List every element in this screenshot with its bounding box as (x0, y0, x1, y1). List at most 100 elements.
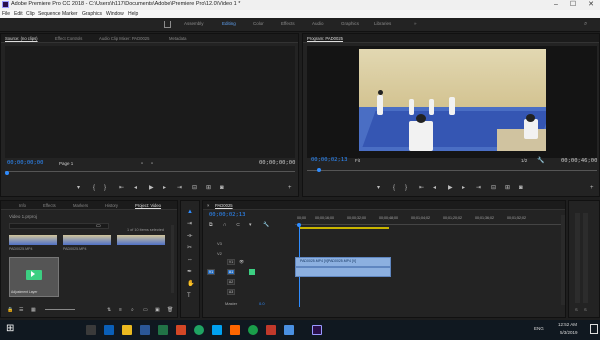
go-to-in-icon[interactable]: ⇤ (419, 185, 424, 191)
close-icon[interactable]: ✕ (583, 0, 599, 10)
menu-clip[interactable]: Clip (26, 10, 35, 18)
tab-source[interactable]: Source: (no clips) (5, 36, 38, 41)
hand-tool-icon[interactable]: ✋ (187, 281, 194, 287)
excel-icon[interactable] (158, 325, 168, 335)
menu-sequence[interactable]: Sequence (38, 10, 61, 18)
app-icon[interactable] (230, 325, 240, 335)
source-wrench-icon[interactable]: ▫ (151, 161, 153, 167)
tab-metadata[interactable]: Metadata (169, 36, 186, 41)
time-ruler[interactable]: 00;00 00;00;16;00 00;00;32;00 00;00;48;0… (295, 215, 561, 225)
source-viewer[interactable] (5, 46, 295, 158)
menu-marker[interactable]: Marker (62, 10, 78, 18)
tab-history[interactable]: History (105, 203, 118, 208)
step-back-icon[interactable]: ◂ (134, 185, 137, 191)
tab-audio-clip-mixer[interactable]: Audio Clip Mixer: PAD0025 (99, 36, 149, 41)
step-back-icon[interactable]: ◂ (433, 185, 436, 191)
timeline-timecode[interactable]: 00;00;02;13 (209, 212, 245, 218)
new-bin-icon[interactable]: ▭ (143, 307, 148, 313)
solo-left-button[interactable]: S (575, 307, 578, 312)
go-to-out-icon[interactable]: ⇥ (177, 185, 182, 191)
button-editor-icon[interactable]: + (288, 185, 292, 191)
source-page-select[interactable]: Page 1 (59, 161, 73, 166)
source-timecode-left[interactable]: 00;00;00;00 (7, 160, 43, 166)
workspace-effects[interactable]: Effects (281, 21, 295, 26)
home-icon[interactable] (164, 21, 171, 28)
work-area-bar[interactable] (299, 227, 389, 229)
audio-clip-a1[interactable] (295, 267, 391, 277)
close-sequence-icon[interactable]: × (207, 203, 209, 208)
overwrite-icon[interactable]: ⊞ (206, 185, 211, 191)
pen-tool-icon[interactable]: ✒ (187, 269, 192, 275)
mark-in-icon[interactable]: { (393, 185, 395, 191)
app-icon[interactable] (284, 325, 294, 335)
go-to-out-icon[interactable]: ⇥ (476, 185, 481, 191)
menu-file[interactable]: File (2, 10, 10, 18)
lock-icon[interactable]: 🔒 (7, 307, 13, 313)
zoom-level-select[interactable]: Fit (355, 158, 360, 163)
mute-track-button[interactable] (249, 269, 255, 275)
program-playhead[interactable] (317, 168, 321, 172)
new-item-icon[interactable]: ▣ (155, 307, 160, 313)
tab-sequence[interactable]: PAD0025 (215, 203, 233, 208)
button-editor-icon[interactable]: + (590, 185, 594, 191)
mark-in-icon[interactable]: { (93, 185, 95, 191)
linked-selection-icon[interactable]: ⊂ (236, 222, 240, 228)
slip-tool-icon[interactable]: ⇔ (187, 257, 193, 263)
selected-clip-thumbnail[interactable]: Adjustment Layer (9, 257, 59, 297)
nest-icon[interactable]: ⧉ (209, 222, 213, 228)
type-tool-icon[interactable]: T (187, 293, 191, 299)
more-workspaces-icon[interactable]: » (414, 21, 417, 26)
step-forward-icon[interactable]: ▸ (462, 185, 465, 191)
play-icon[interactable]: ▶ (149, 185, 154, 191)
icon-view-icon[interactable]: ▦ (31, 307, 36, 313)
premiere-taskbar-icon[interactable] (312, 325, 322, 335)
program-timecode-left[interactable]: 00;00;02;13 (311, 157, 347, 163)
step-forward-icon[interactable]: ▸ (163, 185, 166, 191)
sort-icon[interactable]: ⇅ (107, 307, 111, 313)
razor-tool-icon[interactable]: ✂ (187, 245, 192, 251)
workspace-editing[interactable]: Editing (222, 21, 236, 26)
source-settings-icon[interactable]: ▫ (141, 161, 143, 167)
master-volume[interactable]: 0.0 (259, 301, 265, 306)
track-a1-header[interactable]: A1 (227, 269, 235, 275)
workspace-graphics[interactable]: Graphics (341, 21, 359, 26)
selection-tool-icon[interactable]: ▲ (187, 209, 193, 215)
workspace-audio[interactable]: Audio (312, 21, 324, 26)
snap-icon[interactable]: ∩ (223, 222, 227, 228)
notifications-icon[interactable] (590, 324, 598, 334)
tab-program[interactable]: Program: PAD0025 (307, 36, 343, 41)
workspace-color[interactable]: Color (253, 21, 264, 26)
workspace-assembly[interactable]: Assembly (184, 21, 204, 26)
list-view-icon[interactable]: ☰ (19, 307, 23, 313)
program-time-ruler[interactable] (307, 170, 597, 171)
menu-help[interactable]: Help (128, 10, 138, 18)
powerpoint-icon[interactable] (176, 325, 186, 335)
track-select-tool-icon[interactable]: ⇥ (187, 221, 192, 227)
trash-icon[interactable]: 🗑 (167, 307, 173, 313)
add-marker-icon[interactable]: ▾ (77, 185, 80, 191)
zoom-slider[interactable] (45, 309, 75, 310)
timeline-scrollbar[interactable] (561, 215, 565, 305)
export-frame-icon[interactable]: ◙ (519, 185, 523, 191)
extract-icon[interactable]: ⊞ (505, 185, 510, 191)
automate-icon[interactable]: ≡ (119, 307, 122, 313)
video-clip-v1[interactable]: PAD0025.MP4 [V] PAD0025.MP4 [V] (295, 257, 391, 267)
lift-icon[interactable]: ⊟ (491, 185, 496, 191)
track-a2-header[interactable]: A2 (227, 279, 235, 285)
tab-effect-controls[interactable]: Effect Controls (55, 36, 82, 41)
mark-out-icon[interactable]: } (405, 185, 407, 191)
toggle-output-icon[interactable]: 👁 (239, 259, 244, 265)
play-icon[interactable]: ▶ (448, 185, 453, 191)
search-icon[interactable]: ⌕ (584, 21, 587, 28)
whatsapp-icon[interactable] (248, 325, 258, 335)
project-scrollbar[interactable] (171, 225, 174, 293)
source-time-ruler[interactable] (5, 171, 295, 172)
track-v1-header[interactable]: V1 (227, 259, 235, 265)
export-frame-icon[interactable]: ◙ (220, 185, 224, 191)
source-playhead[interactable] (5, 171, 9, 175)
ripple-edit-tool-icon[interactable]: ⟛ (187, 233, 192, 239)
go-to-in-icon[interactable]: ⇤ (119, 185, 124, 191)
menu-window[interactable]: Window (106, 10, 124, 18)
clock-date[interactable]: 5/3/2019 (560, 330, 578, 335)
clip-thumbnail[interactable] (9, 235, 57, 245)
